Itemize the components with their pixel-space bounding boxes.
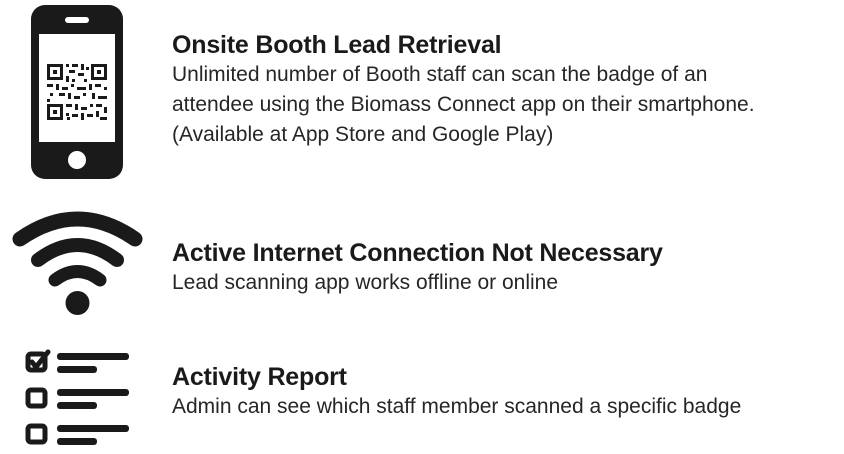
feature-description: Admin can see which staff member scanned… [172,392,741,422]
feature-activity-report: Activity Report Admin can see which staf… [0,335,844,447]
feature-description: Unlimited number of Booth staff can scan… [172,60,755,150]
feature-onsite-booth-lead-retrieval: Onsite Booth Lead Retrieval Unlimited nu… [0,0,844,190]
feature-description: Lead scanning app works offline or onlin… [172,268,663,298]
feature-text: Onsite Booth Lead Retrieval Unlimited nu… [172,30,755,150]
smartphone-qr-icon [30,4,124,180]
feature-title: Active Internet Connection Not Necessary [172,239,663,267]
feature-active-internet-connection: Active Internet Connection Not Necessary… [0,200,844,320]
description-line: (Available at App Store and Google Play) [172,123,554,146]
wifi-icon [10,207,145,319]
description-line: Admin can see which staff member scanned… [172,395,742,418]
description-line: Lead scanning app works offline or onlin… [172,271,559,294]
description-line: Unlimited number of Booth staff can scan… [172,63,708,86]
feature-title: Activity Report [172,363,347,391]
feature-text: Activity Report Admin can see which staf… [172,362,741,422]
feature-text: Active Internet Connection Not Necessary… [172,238,663,298]
description-line: attendee using the Biomass Connect app o… [172,93,755,116]
checklist-icon [24,349,134,449]
feature-title: Onsite Booth Lead Retrieval [172,31,502,59]
